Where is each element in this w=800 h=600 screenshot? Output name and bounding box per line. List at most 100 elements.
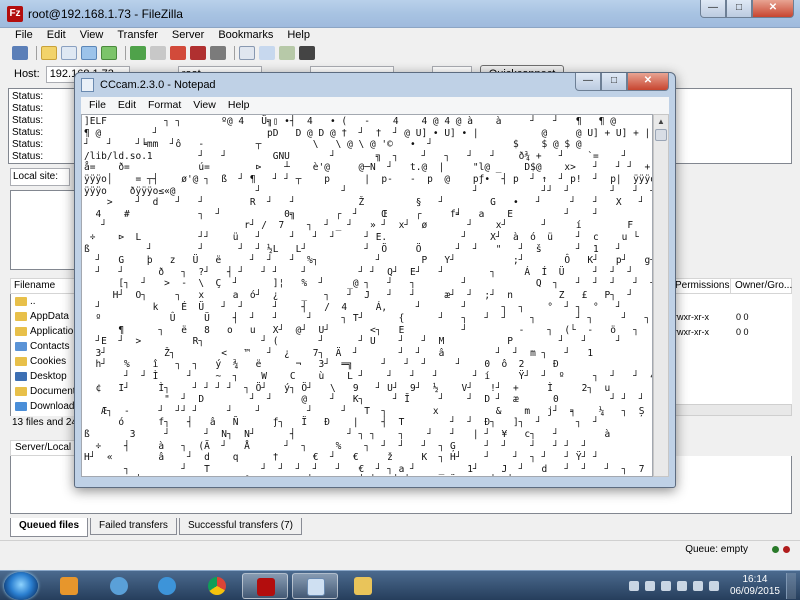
notepad-minimize-button[interactable]: — [575, 73, 601, 91]
table-row[interactable]: rwxr-xr-x 0 0 [670, 309, 792, 324]
notepad-close-button[interactable]: ✕ [627, 73, 669, 91]
clock-time: 16:14 [742, 574, 768, 585]
permissions-column-header[interactable]: Permissions [671, 279, 731, 293]
filezilla-toolbar [0, 44, 800, 62]
filezilla-titlebar[interactable]: Fz root@192.168.1.73 - FileZilla — □ ✕ [0, 0, 800, 28]
file-name: Contacts [30, 341, 70, 352]
local-directory-tree[interactable] [10, 190, 76, 270]
menu-file[interactable]: File [8, 28, 40, 44]
filename-column-header[interactable]: Filename [10, 278, 76, 294]
search-binoculars-icon[interactable] [299, 46, 315, 60]
signal-icon[interactable] [660, 581, 671, 591]
notepad-vertical-scrollbar[interactable]: ▲ [653, 114, 669, 477]
taskbar-explorer[interactable] [340, 573, 386, 599]
battery-icon[interactable] [692, 581, 703, 591]
file-name: Cookies [30, 356, 67, 367]
remote-list-header: Permissions Owner/Gro... [670, 278, 792, 294]
reconnect-icon[interactable] [210, 46, 226, 60]
notepad-window: CCcam.2.3.0 - Notepad — □ ✕ File Edit Fo… [74, 72, 676, 488]
cancel-icon[interactable] [170, 46, 186, 60]
notepad-menu-format[interactable]: Format [142, 97, 187, 114]
transfer-queue-icon[interactable] [101, 46, 117, 60]
taskbar-notepad[interactable] [292, 573, 338, 599]
notepad-menu-file[interactable]: File [83, 97, 112, 114]
clock-date: 06/09/2015 [729, 586, 780, 597]
permissions-cell: rwxr-xr-x [674, 326, 709, 337]
network-icon[interactable] [644, 581, 655, 591]
tab-successful-transfers[interactable]: Successful transfers (7) [178, 518, 302, 535]
table-row[interactable]: rwxr-xr-x 0 0 [670, 324, 792, 339]
filezilla-icon [257, 578, 275, 596]
owner-column-header[interactable]: Owner/Gro... [731, 279, 792, 293]
menu-edit[interactable]: Edit [40, 28, 73, 44]
volume-icon[interactable] [708, 581, 719, 591]
list-item[interactable]: Cookies [11, 354, 76, 369]
notepad-text-area[interactable]: ]ELF ┐ ┐ º@ 4 Ü╗▯ •┤ 4 • ( - 4 4 @ 4 @ à… [81, 114, 653, 477]
taskbar-filezilla[interactable] [242, 573, 288, 599]
list-item[interactable]: Downloads [11, 399, 76, 414]
downloads-folder-icon [15, 402, 27, 411]
remote-horizontal-scrollbar[interactable] [670, 404, 792, 416]
notepad-menubar: File Edit Format View Help [81, 97, 669, 114]
list-item[interactable]: .. [11, 294, 76, 309]
disconnect-icon[interactable] [190, 46, 206, 60]
file-name: Desktop [30, 371, 67, 382]
tray-arrow-icon[interactable] [628, 581, 639, 591]
remote-file-list[interactable]: rwxr-xr-x 0 0 rwxr-xr-x 0 0 [670, 294, 792, 404]
notepad-maximize-button[interactable]: □ [601, 73, 627, 91]
menu-help[interactable]: Help [280, 28, 317, 44]
maximize-button[interactable]: □ [726, 0, 752, 18]
list-item[interactable]: AppData [11, 309, 76, 324]
file-name: AppData [30, 311, 69, 322]
list-item[interactable]: Documents [11, 384, 76, 399]
file-name: .. [30, 296, 36, 307]
contacts-folder-icon [15, 342, 27, 351]
local-tree-icon[interactable] [61, 46, 77, 60]
menu-view[interactable]: View [73, 28, 111, 44]
show-desktop-button[interactable] [786, 573, 796, 599]
list-item[interactable]: Desktop [11, 369, 76, 384]
flag-icon[interactable] [676, 581, 687, 591]
directory-filter-icon[interactable] [239, 46, 255, 60]
message-log-icon[interactable] [41, 46, 57, 60]
scrollbar-thumb[interactable] [655, 129, 667, 141]
notepad-caption-buttons: — □ ✕ [575, 73, 669, 93]
menu-transfer[interactable]: Transfer [110, 28, 165, 44]
folder-icon [15, 327, 27, 336]
notepad-menu-view[interactable]: View [187, 97, 222, 114]
taskbar-hp[interactable] [96, 573, 142, 599]
folder-icon [15, 297, 27, 306]
refresh-icon[interactable] [130, 46, 146, 60]
taskbar-internet-explorer[interactable] [144, 573, 190, 599]
filezilla-app-icon: Fz [7, 6, 23, 22]
start-button[interactable] [4, 572, 38, 600]
scroll-up-arrow-icon[interactable]: ▲ [654, 115, 668, 129]
compare-icon[interactable] [279, 46, 295, 60]
file-name: Downloads [30, 401, 76, 412]
table-row[interactable] [670, 294, 792, 309]
notepad-titlebar[interactable]: CCcam.2.3.0 - Notepad — □ ✕ [75, 73, 675, 97]
remote-tree-icon[interactable] [81, 46, 97, 60]
tab-failed-transfers[interactable]: Failed transfers [90, 518, 177, 535]
sync-browse-icon[interactable] [259, 46, 275, 60]
taskbar: 16:14 06/09/2015 [0, 570, 800, 600]
hp-icon [110, 577, 128, 595]
notepad-menu-edit[interactable]: Edit [112, 97, 142, 114]
tab-queued-files[interactable]: Queued files [10, 518, 89, 537]
close-button[interactable]: ✕ [752, 0, 794, 18]
list-item[interactable]: Contacts [11, 339, 76, 354]
site-manager-icon[interactable] [12, 46, 28, 60]
local-file-list[interactable]: .. AppData Application... Contacts Cooki… [10, 294, 76, 416]
queue-column-header[interactable]: Server/Local file [10, 440, 78, 456]
owner-cell: 0 0 [736, 326, 749, 337]
taskbar-media-player[interactable] [46, 573, 92, 599]
process-queue-icon[interactable] [150, 46, 166, 60]
menu-bookmarks[interactable]: Bookmarks [211, 28, 280, 44]
notepad-menu-help[interactable]: Help [222, 97, 256, 114]
local-site-input[interactable]: Local site: [10, 168, 70, 186]
minimize-button[interactable]: — [700, 0, 726, 18]
taskbar-chrome[interactable] [194, 573, 240, 599]
clock[interactable]: 16:14 06/09/2015 [730, 574, 780, 598]
menu-server[interactable]: Server [165, 28, 211, 44]
list-item[interactable]: Application... [11, 324, 76, 339]
